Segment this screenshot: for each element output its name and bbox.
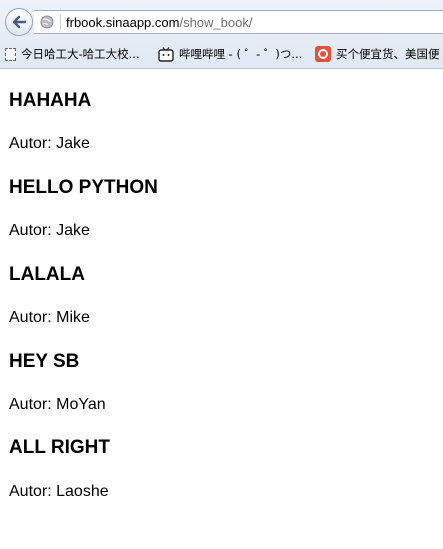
url-domain: frbook.sinaapp.com — [66, 15, 180, 30]
book-title: HEY SB — [9, 351, 80, 372]
url-path: /show_book/ — [179, 15, 253, 30]
book-author: Autor: Laoshe — [9, 483, 109, 500]
globe-icon — [40, 15, 54, 29]
book-author: Autor: Jake — [9, 135, 90, 152]
bookmarks-bar: 今日哈工大-哈工大校... 哔哩哔哩 - ( ゜- ゜)つ... 买个便宜货、美… — [0, 42, 443, 66]
book-author: Autor: MoYan — [9, 396, 106, 413]
url-text[interactable]: frbook.sinaapp.com/show_book/ — [66, 15, 252, 30]
book-title: ALL RIGHT — [9, 437, 110, 458]
bookmark-label: 哔哩哔哩 - ( ゜- ゜)つ... — [179, 47, 303, 61]
bookmark-item-bilibili[interactable]: 哔哩哔哩 - ( ゜- ゜)つ... — [158, 46, 302, 62]
bilibili-icon — [158, 46, 174, 62]
book-author: Autor: Mike — [9, 309, 90, 326]
back-arrow-icon — [12, 15, 27, 29]
book-title: HELLO PYTHON — [9, 177, 158, 198]
bookmark-label: 买个便宜货、美国便 — [336, 47, 440, 61]
bookmark-label: 今日哈工大-哈工大校... — [21, 47, 140, 61]
bookmark-item-hit[interactable]: 今日哈工大-哈工大校... — [5, 46, 140, 62]
browser-toolbar: frbook.sinaapp.com/show_book/ 今日哈工大-哈工大校… — [0, 0, 443, 69]
book-author: Autor: Jake — [9, 222, 90, 239]
bookmark-item-shop[interactable]: 买个便宜货、美国便 — [315, 46, 440, 62]
shop-icon — [315, 46, 331, 62]
back-button[interactable] — [5, 8, 33, 36]
book-title: LALALA — [9, 264, 85, 285]
book-title: HAHAHA — [9, 90, 92, 111]
page-icon — [5, 47, 16, 61]
address-bar[interactable]: frbook.sinaapp.com/show_book/ — [34, 10, 443, 34]
url-separator — [60, 14, 61, 30]
